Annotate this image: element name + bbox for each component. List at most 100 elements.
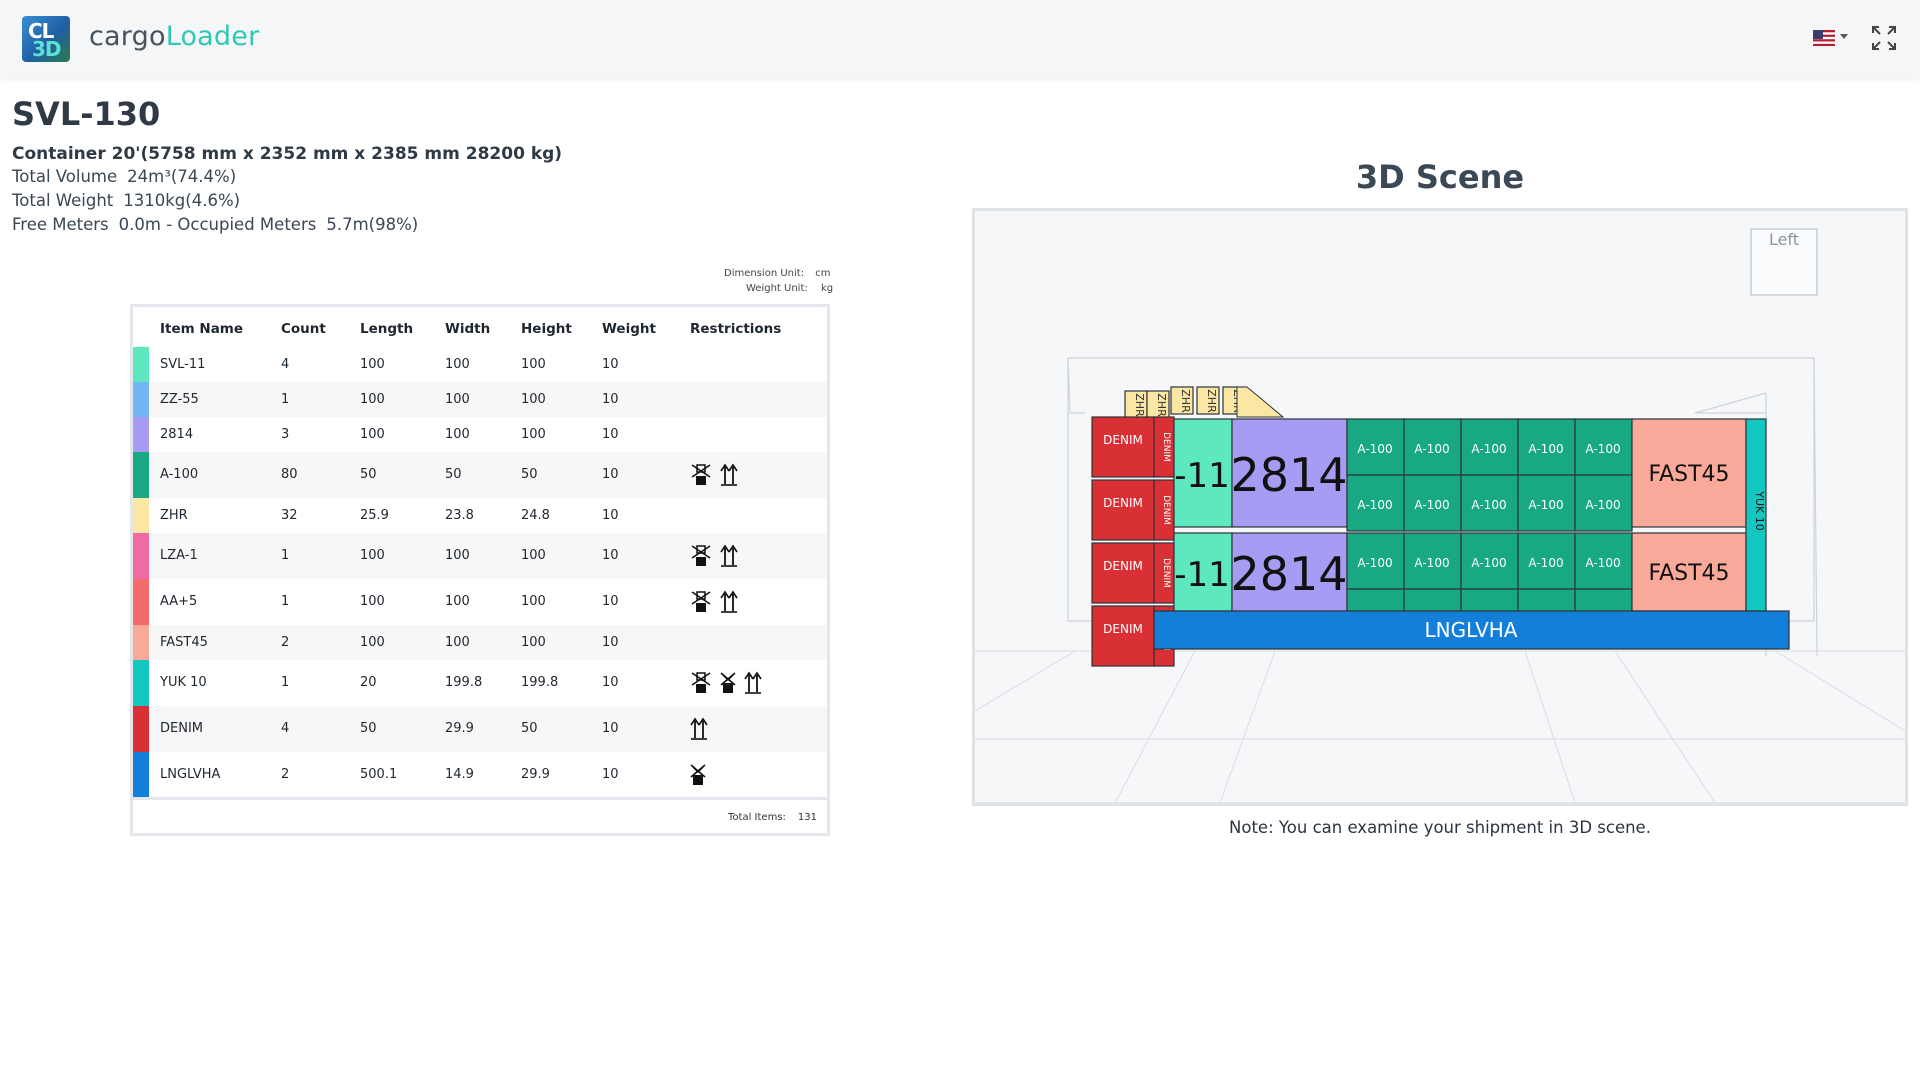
this-way-up-icon — [690, 717, 708, 740]
this-way-up-icon — [720, 463, 738, 486]
view-cube-left[interactable]: Left — [1750, 228, 1818, 296]
meters-info: Free Meters 0.0m - Occupied Meters 5.7m(98… — [12, 215, 418, 234]
cell-width: 100 — [445, 392, 470, 407]
item-color-swatch — [133, 660, 149, 706]
brand-name[interactable]: cargoLoader — [89, 21, 259, 52]
cell-weight: 10 — [602, 594, 619, 609]
zhr-label: ZHR — [1155, 393, 1168, 417]
restrictions-cell — [690, 752, 706, 797]
item-color-swatch — [133, 452, 149, 498]
expand-icon[interactable] — [1870, 24, 1898, 52]
total-items-label: Total Items: — [728, 812, 786, 823]
denim-side-label: DENIM — [1161, 432, 1171, 462]
table-row[interactable]: A-100 80 50 50 50 10 — [133, 452, 827, 498]
cell-length: 100 — [360, 594, 385, 609]
cell-weight: 10 — [602, 467, 619, 482]
us-flag-icon[interactable] — [1813, 30, 1835, 46]
cell-height: 100 — [521, 357, 546, 372]
zhr-box-stack[interactable] — [1236, 386, 1285, 418]
item-color-swatch — [133, 498, 149, 533]
table-row[interactable]: SVL-11 4 100 100 100 10 — [133, 347, 827, 382]
fast45-label: FAST45 — [1648, 561, 1729, 586]
app-logo[interactable]: CL 3D — [22, 16, 70, 62]
denim-side-label: DENIM — [1161, 558, 1171, 588]
a100-box-partial[interactable] — [1346, 588, 1405, 614]
cell-weight: 10 — [602, 548, 619, 563]
table-row[interactable]: FAST45 2 100 100 100 10 — [133, 625, 827, 660]
cell-name: SVL-11 — [160, 357, 206, 372]
cell-width: 29.9 — [445, 721, 474, 736]
a100-label: A-100 — [1357, 498, 1392, 512]
restrictions-cell — [690, 660, 762, 706]
header-item-name[interactable]: Item Name — [160, 321, 243, 337]
table-row[interactable]: DENIM 4 50 29.9 50 10 — [133, 706, 827, 752]
cell-count: 4 — [281, 721, 290, 736]
free-meters-value: 0.0m - Occupied Meters — [118, 215, 317, 234]
denim-box[interactable] — [1091, 605, 1155, 667]
a100-box-partial[interactable] — [1403, 588, 1462, 614]
no-stack-icon — [691, 545, 711, 566]
this-way-up-icon — [720, 544, 738, 567]
restrictions-cell — [690, 452, 738, 498]
header-restrictions[interactable]: Restrictions — [690, 321, 781, 337]
denim-side-label: DENIM — [1161, 495, 1171, 525]
item-color-swatch — [133, 382, 149, 417]
header-length[interactable]: Length — [360, 321, 413, 337]
table-row[interactable]: LZA-1 1 100 100 100 10 — [133, 533, 827, 579]
table-row[interactable]: ZHR 32 25.9 23.8 24.8 10 — [133, 498, 827, 533]
fast45-label: FAST45 — [1648, 462, 1729, 487]
language-dropdown-caret-icon[interactable] — [1840, 34, 1848, 39]
cell-length: 100 — [360, 357, 385, 372]
header-height[interactable]: Height — [521, 321, 572, 337]
item-color-swatch — [133, 706, 149, 752]
zhr-label: ZHR — [1133, 393, 1146, 417]
a100-label: A-100 — [1471, 442, 1506, 456]
lnglvha-label: LNGLVHA — [1425, 618, 1518, 642]
denim-box[interactable] — [1091, 542, 1155, 604]
zhr-label: ZHR — [1179, 389, 1192, 413]
cell-width: 100 — [445, 635, 470, 650]
header-count[interactable]: Count — [281, 321, 326, 337]
denim-box[interactable] — [1091, 479, 1155, 541]
svl-label: -11 — [1174, 555, 1230, 595]
cell-length: 500.1 — [360, 767, 398, 782]
table-row[interactable]: LNGLVHA 2 500.1 14.9 29.9 10 — [133, 752, 827, 797]
cell-name: AA+5 — [160, 594, 198, 609]
table-row[interactable]: AA+5 1 100 100 100 10 — [133, 579, 827, 625]
cell-height: 100 — [521, 594, 546, 609]
denim-box[interactable] — [1091, 416, 1155, 478]
page-title: SVL-130 — [12, 95, 161, 133]
table-row[interactable]: 2814 3 100 100 100 10 — [133, 417, 827, 452]
cell-height: 199.8 — [521, 675, 559, 690]
table-row[interactable]: YUK 10 1 20 199.8 199.8 10 — [133, 660, 827, 706]
cell-count: 2 — [281, 635, 290, 650]
label-2814: 2814 — [1230, 547, 1347, 601]
cell-count: 1 — [281, 675, 290, 690]
no-top-load-icon — [690, 763, 706, 785]
header-weight[interactable]: Weight — [602, 321, 656, 337]
cell-height: 100 — [521, 635, 546, 650]
cell-count: 80 — [281, 467, 298, 482]
cell-height: 100 — [521, 392, 546, 407]
cell-length: 100 — [360, 548, 385, 563]
weight-unit-value: kg — [820, 283, 834, 294]
table-row[interactable]: ZZ-55 1 100 100 100 10 — [133, 382, 827, 417]
cell-count: 1 — [281, 548, 290, 563]
cell-length: 50 — [360, 467, 377, 482]
cell-width: 14.9 — [445, 767, 474, 782]
scene-render[interactable]: ZHRZHRZHRZHRZHRDENIMDENIMDENIMDENIMDENIM… — [975, 211, 1905, 803]
cell-name: 2814 — [160, 427, 194, 442]
scene-viewport[interactable]: ZHRZHRZHRZHRZHRDENIMDENIMDENIMDENIMDENIM… — [972, 208, 1908, 806]
cell-weight: 10 — [602, 357, 619, 372]
item-color-swatch — [133, 533, 149, 579]
cell-width: 23.8 — [445, 508, 474, 523]
cell-name: DENIM — [160, 721, 203, 736]
cell-name: FAST45 — [160, 635, 208, 650]
svl-label: -11 — [1174, 456, 1230, 496]
cell-height: 24.8 — [521, 508, 550, 523]
a100-box-partial[interactable] — [1574, 588, 1633, 614]
a100-box-partial[interactable] — [1460, 588, 1519, 614]
a100-box-partial[interactable] — [1517, 588, 1576, 614]
a100-label: A-100 — [1585, 442, 1620, 456]
header-width[interactable]: Width — [445, 321, 490, 337]
